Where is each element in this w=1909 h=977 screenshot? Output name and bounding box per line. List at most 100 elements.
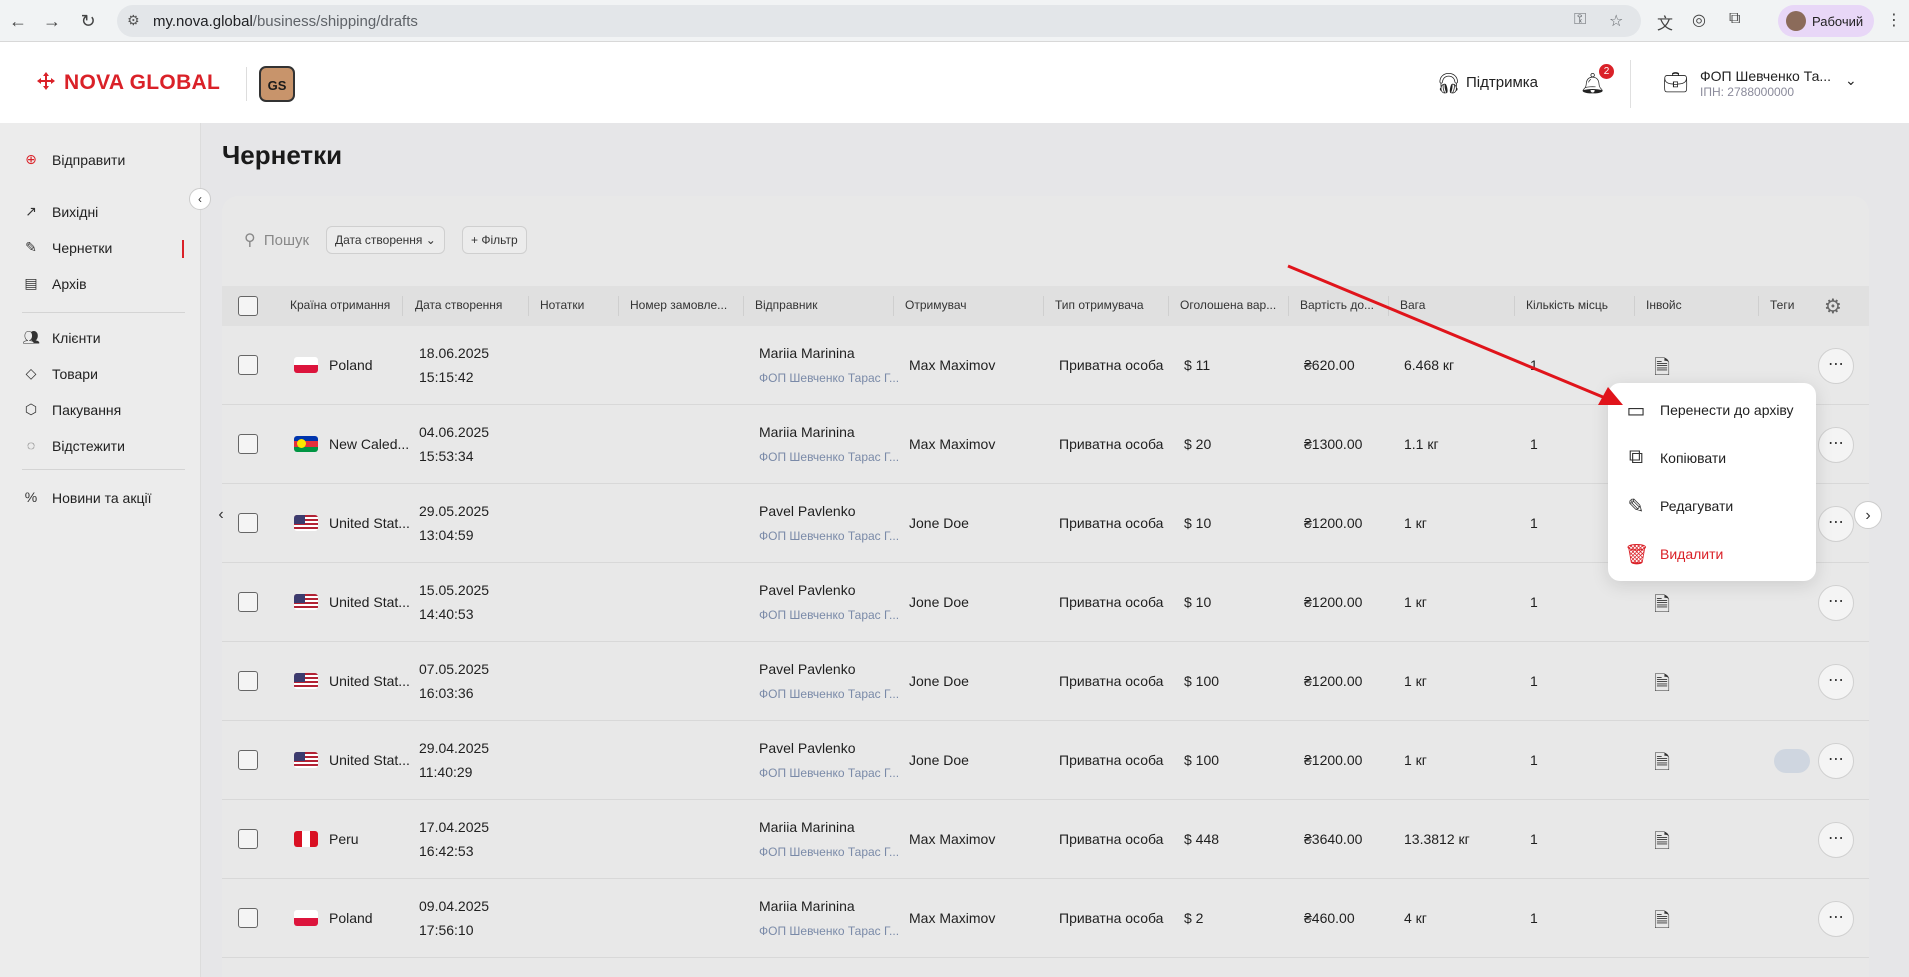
select-all-checkbox[interactable] — [238, 296, 258, 316]
invoice-icon[interactable]: 🗎︎ — [1654, 906, 1670, 940]
table-row[interactable]: United Stat... 07.05.2025 16:03:36 Pavel Pa… — [222, 642, 1869, 721]
column-header[interactable]: Тип отримувача — [1055, 298, 1165, 312]
column-header[interactable]: Оголошена вар... — [1180, 298, 1290, 312]
column-header[interactable]: Отримувач — [905, 298, 1005, 312]
translate-icon[interactable]: 文 — [1657, 10, 1673, 34]
address-bar[interactable]: ⚙ my.nova.global/business/shipping/draft… — [117, 5, 1641, 37]
camera-icon[interactable]: ◎ — [1692, 10, 1706, 30]
country-cell: New Caled... — [329, 436, 410, 452]
column-header[interactable]: Номер замовле... — [630, 298, 742, 312]
more-actions-button[interactable]: ⋯ — [1818, 427, 1854, 463]
more-actions-button[interactable]: ⋯ — [1818, 664, 1854, 700]
url-text[interactable]: my.nova.global/business/shipping/drafts — [153, 13, 418, 30]
column-header[interactable]: Нотатки — [540, 298, 620, 312]
row-checkbox[interactable] — [238, 750, 258, 770]
sidebar-item-outgoing[interactable]: ↗ Вихідні — [22, 201, 192, 225]
key-icon[interactable]: ⚿ — [1574, 11, 1586, 29]
more-actions-button[interactable]: ⋯ — [1818, 901, 1854, 937]
profile-name: Рабочий — [1812, 14, 1864, 29]
logo-text[interactable]: NOVA GLOBAL — [64, 71, 220, 95]
more-actions-button[interactable]: ⋯ — [1818, 585, 1854, 621]
chevron-down-icon[interactable]: ⌄ — [1845, 72, 1857, 89]
menu-icon[interactable]: ⋮ — [1886, 10, 1902, 30]
weight-cell: 1 кг — [1404, 752, 1427, 768]
invoice-icon[interactable]: 🗎︎ — [1654, 590, 1670, 624]
edit-menu-item[interactable]: ✎ Редагувати — [1624, 492, 1804, 520]
recipient-type-cell: Приватна особа — [1059, 594, 1164, 610]
sender-cell: Pavel Pavlenko — [759, 661, 856, 677]
time-cell: 16:03:36 — [419, 685, 474, 701]
collapse-sidebar-button[interactable]: ‹ — [189, 188, 211, 210]
column-header[interactable]: Відправник — [755, 298, 855, 312]
invoice-icon[interactable]: 🗎︎ — [1654, 669, 1670, 703]
country-flag-icon — [294, 436, 318, 452]
sidebar-item-drafts[interactable]: ✎ Чернетки — [22, 237, 192, 261]
search-input[interactable]: ⚲ Пошук — [244, 230, 309, 250]
copy-menu-item[interactable]: ⧉ Копіювати — [1624, 444, 1804, 472]
row-checkbox[interactable] — [238, 355, 258, 375]
column-header[interactable]: Вартість до... — [1300, 298, 1380, 312]
invoice-icon[interactable]: 🗎︎ — [1654, 827, 1670, 861]
profile-button[interactable]: Рабочий — [1778, 5, 1874, 37]
time-cell: 17:56:10 — [419, 922, 474, 938]
more-actions-button[interactable]: ⋯ — [1818, 743, 1854, 779]
table-row[interactable]: Peru 17.04.2025 16:42:53 Mariia Marinina ФОП… — [222, 800, 1869, 879]
places-cell: 1 — [1530, 357, 1538, 373]
sidebar-item-archive[interactable]: ▤ Архів — [22, 273, 192, 297]
recipient-cell: Jone Doe — [909, 752, 969, 768]
declared-value-cell: $ 11 — [1184, 357, 1211, 373]
extensions-icon[interactable]: ⧉ — [1729, 10, 1740, 28]
archive-menu-item[interactable]: ▭ Перенести до архіву — [1624, 396, 1804, 424]
back-icon[interactable]: ← — [6, 9, 30, 33]
business-name[interactable]: ФОП Шевченко Та... — [1700, 68, 1831, 84]
column-header[interactable]: Теги — [1770, 298, 1798, 312]
more-actions-button[interactable]: ⋯ — [1818, 348, 1854, 384]
sidebar-item-clients[interactable]: 👥︎ Клієнти — [22, 327, 192, 351]
cost-cell: ₴460.00 — [1304, 910, 1355, 926]
row-checkbox[interactable] — [238, 434, 258, 454]
company-badge[interactable]: GS — [259, 66, 295, 102]
recipient-type-cell: Приватна особа — [1059, 515, 1164, 531]
column-header[interactable]: Країна отримання — [290, 298, 390, 312]
invoice-icon[interactable]: 🗎︎ — [1654, 353, 1670, 387]
scroll-right-button[interactable]: › — [1854, 501, 1882, 529]
invoice-icon[interactable]: 🗎︎ — [1654, 748, 1670, 782]
star-icon[interactable]: ☆ — [1609, 11, 1623, 31]
more-actions-button[interactable]: ⋯ — [1818, 506, 1854, 542]
date-filter-dropdown[interactable]: Дата створення ⌄ — [326, 226, 445, 254]
time-cell: 14:40:53 — [419, 606, 474, 622]
sidebar-item-goods[interactable]: ◇ Товари — [22, 363, 192, 387]
row-checkbox[interactable] — [238, 592, 258, 612]
reload-icon[interactable]: ↻ — [76, 9, 100, 33]
tune-icon[interactable]: ⚙ — [127, 12, 140, 29]
delete-menu-item[interactable]: 🗑︎ Видалити — [1624, 540, 1804, 568]
forward-icon[interactable]: → — [40, 9, 64, 33]
sidebar-item-send[interactable]: ⊕ Відправити — [22, 149, 192, 173]
sender-company-cell: ФОП Шевченко Тарас Г... — [759, 845, 900, 859]
column-header[interactable]: Кількість місць — [1526, 298, 1636, 312]
sidebar-item-news[interactable]: % Новини та акції — [22, 487, 192, 511]
sidebar-item-track[interactable]: ◌ Відстежити — [22, 435, 192, 459]
sender-company-cell: ФОП Шевченко Тарас Г... — [759, 687, 900, 701]
column-header[interactable]: Дата створення — [415, 298, 515, 312]
sender-cell: Mariia Marinina — [759, 898, 855, 914]
row-checkbox[interactable] — [238, 829, 258, 849]
table-settings-icon[interactable]: ⚙ — [1824, 294, 1842, 319]
sidebar-item-packaging[interactable]: ⬡ Пакування — [22, 399, 192, 423]
places-cell: 1 — [1530, 831, 1538, 847]
tag-pill[interactable] — [1774, 749, 1810, 773]
table-row[interactable]: Poland 09.04.2025 17:56:10 Mariia Marinina Ф… — [222, 879, 1869, 958]
scroll-left-button[interactable]: ‹ — [207, 501, 235, 529]
column-header[interactable]: Вага — [1400, 298, 1480, 312]
row-checkbox[interactable] — [238, 513, 258, 533]
menu-item-label: Редагувати — [1660, 498, 1734, 514]
more-actions-button[interactable]: ⋯ — [1818, 822, 1854, 858]
sidebar-item-label: Відправити — [52, 152, 126, 168]
table-row[interactable]: United Stat... 29.04.2025 11:40:29 Pavel Pa… — [222, 721, 1869, 800]
add-filter-button[interactable]: + Фільтр — [462, 226, 527, 254]
column-header[interactable]: Інвойс — [1646, 298, 1726, 312]
recipient-cell: Max Maximov — [909, 831, 996, 847]
row-checkbox[interactable] — [238, 671, 258, 691]
row-checkbox[interactable] — [238, 908, 258, 928]
date-cell: 15.05.2025 — [419, 582, 490, 598]
